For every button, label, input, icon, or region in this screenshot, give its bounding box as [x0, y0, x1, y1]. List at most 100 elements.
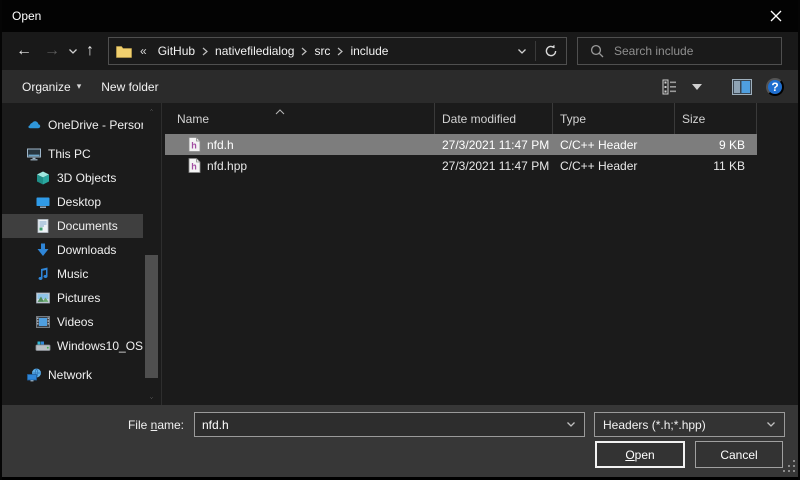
sidebar-item-this-pc[interactable]: This PC — [2, 142, 143, 166]
folder-icon — [116, 45, 132, 58]
back-button[interactable]: ← — [10, 39, 38, 63]
open-file-dialog: Open ← → ↑ « GitHub nativefiledialog src… — [0, 0, 800, 480]
sidebar-scrollbar[interactable] — [144, 103, 159, 405]
file-type: C/C++ Header — [553, 138, 675, 152]
sidebar-item-videos[interactable]: Videos — [2, 310, 143, 334]
sidebar-item-downloads[interactable]: Downloads — [2, 238, 143, 262]
file-type-select[interactable]: Headers (*.h;*.hpp) — [594, 412, 785, 437]
downloads-icon — [35, 242, 51, 258]
sidebar-item-pictures[interactable]: Pictures — [2, 286, 143, 310]
organize-button[interactable]: Organize ▾ — [12, 74, 91, 100]
file-type: C/C++ Header — [553, 159, 675, 173]
header-file-icon: h — [188, 158, 201, 173]
main-area: OneDrive - Persor This PC 3D Objects Des… — [2, 103, 798, 405]
file-size: 9 KB — [675, 138, 755, 152]
command-toolbar: Organize ▾ New folder ? — [2, 70, 798, 103]
breadcrumb-overflow[interactable]: « — [136, 44, 151, 58]
3d-objects-icon — [35, 170, 51, 186]
file-name-dropdown-button[interactable] — [558, 421, 584, 428]
file-row-nfd-hpp[interactable]: h nfd.hpp 27/3/2021 11:47 PM C/C++ Heade… — [165, 155, 757, 176]
column-header-label: Size — [682, 112, 705, 126]
sidebar-item-label: Documents — [57, 219, 118, 233]
sidebar-item-desktop[interactable]: Desktop — [2, 190, 143, 214]
caret-down-icon: ▾ — [77, 81, 82, 92]
cancel-button[interactable]: Cancel — [695, 441, 783, 468]
preview-pane-button[interactable] — [726, 75, 758, 99]
help-button[interactable]: ? — [766, 78, 784, 96]
file-date-modified: 27/3/2021 11:47 PM — [435, 159, 553, 173]
address-dropdown-button[interactable] — [509, 38, 535, 64]
sidebar-item-label: Videos — [57, 315, 93, 329]
view-mode-dropdown-button[interactable] — [686, 80, 708, 94]
address-bar[interactable]: « GitHub nativefiledialog src include — [108, 37, 567, 65]
dialog-footer: File name: Headers (*.h;*.hpp) Open Canc… — [2, 405, 798, 477]
resize-grip-icon[interactable] — [783, 460, 795, 472]
scroll-up-button[interactable] — [144, 103, 159, 117]
column-header-label: Date modified — [442, 112, 516, 126]
breadcrumb-item-github[interactable]: GitHub — [151, 44, 202, 58]
organize-label: Organize — [22, 80, 71, 94]
column-header-size[interactable]: Size — [675, 103, 757, 134]
network-icon — [26, 367, 42, 383]
column-headers: Name Date modified Type Size — [163, 103, 800, 134]
sidebar-item-music[interactable]: Music — [2, 262, 143, 286]
view-mode-button[interactable] — [656, 75, 686, 99]
videos-icon — [35, 314, 51, 330]
sidebar-item-label: Downloads — [57, 243, 116, 257]
scrollbar-thumb[interactable] — [145, 255, 158, 378]
sidebar-item-label: Pictures — [57, 291, 100, 305]
column-header-label: Type — [560, 112, 586, 126]
sidebar-item-windows10-os[interactable]: Windows10_OS ( — [2, 334, 143, 358]
sort-ascending-icon — [275, 104, 285, 118]
close-icon — [770, 10, 782, 22]
sidebar-item-onedrive[interactable]: OneDrive - Persor — [2, 113, 143, 137]
sidebar-item-3d-objects[interactable]: 3D Objects — [2, 166, 143, 190]
sidebar-item-label: Network — [48, 368, 92, 382]
sidebar-item-label: Desktop — [57, 195, 101, 209]
file-name-label: File name: — [128, 418, 184, 432]
forward-icon: → — [44, 42, 60, 59]
sidebar-item-label: 3D Objects — [57, 171, 116, 185]
navigation-bar: ← → ↑ « GitHub nativefiledialog src incl… — [2, 32, 798, 70]
caret-down-icon — [692, 84, 702, 90]
this-pc-icon — [26, 146, 42, 162]
svg-text:h: h — [191, 141, 197, 151]
file-name: nfd.hpp — [207, 159, 247, 173]
file-row-nfd-h[interactable]: h nfd.h 27/3/2021 11:47 PM C/C++ Header … — [165, 134, 757, 155]
title-bar: Open — [2, 0, 798, 32]
up-button[interactable]: ↑ — [80, 39, 100, 63]
file-name-combobox — [194, 412, 585, 437]
breadcrumb-item-nativefiledialog[interactable]: nativefiledialog — [208, 44, 301, 58]
sidebar-item-network[interactable]: Network — [2, 363, 143, 387]
navigation-pane: OneDrive - Persor This PC 3D Objects Des… — [2, 103, 162, 405]
column-header-type[interactable]: Type — [553, 103, 675, 134]
pictures-icon — [35, 290, 51, 306]
column-header-date-modified[interactable]: Date modified — [435, 103, 553, 134]
close-button[interactable] — [753, 0, 798, 32]
chevron-down-icon — [68, 48, 78, 55]
sidebar-item-label: Windows10_OS ( — [57, 339, 143, 353]
search-input[interactable] — [612, 43, 781, 59]
up-icon: ↑ — [86, 42, 94, 59]
drive-icon — [35, 338, 51, 354]
file-date-modified: 27/3/2021 11:47 PM — [435, 138, 553, 152]
desktop-icon — [35, 194, 51, 210]
recent-locations-button[interactable] — [66, 39, 80, 63]
column-header-name[interactable]: Name — [163, 103, 435, 134]
open-button[interactable]: Open — [595, 441, 685, 468]
back-icon: ← — [16, 42, 32, 59]
forward-button[interactable]: → — [38, 39, 66, 63]
file-list: Name Date modified Type Size h nfd.h 27/… — [163, 103, 800, 405]
sidebar-item-documents[interactable]: Documents — [2, 214, 143, 238]
search-box — [577, 37, 782, 65]
breadcrumb-item-include[interactable]: include — [343, 44, 395, 58]
onedrive-cloud-icon — [26, 117, 42, 133]
music-icon — [35, 266, 51, 282]
breadcrumb-item-src[interactable]: src — [307, 44, 337, 58]
new-folder-button[interactable]: New folder — [91, 74, 168, 100]
file-size: 11 KB — [675, 159, 755, 173]
refresh-button[interactable] — [536, 38, 566, 64]
scroll-down-button[interactable] — [144, 391, 159, 405]
file-type-dropdown-button[interactable] — [758, 421, 784, 428]
file-name-input[interactable] — [195, 417, 558, 433]
